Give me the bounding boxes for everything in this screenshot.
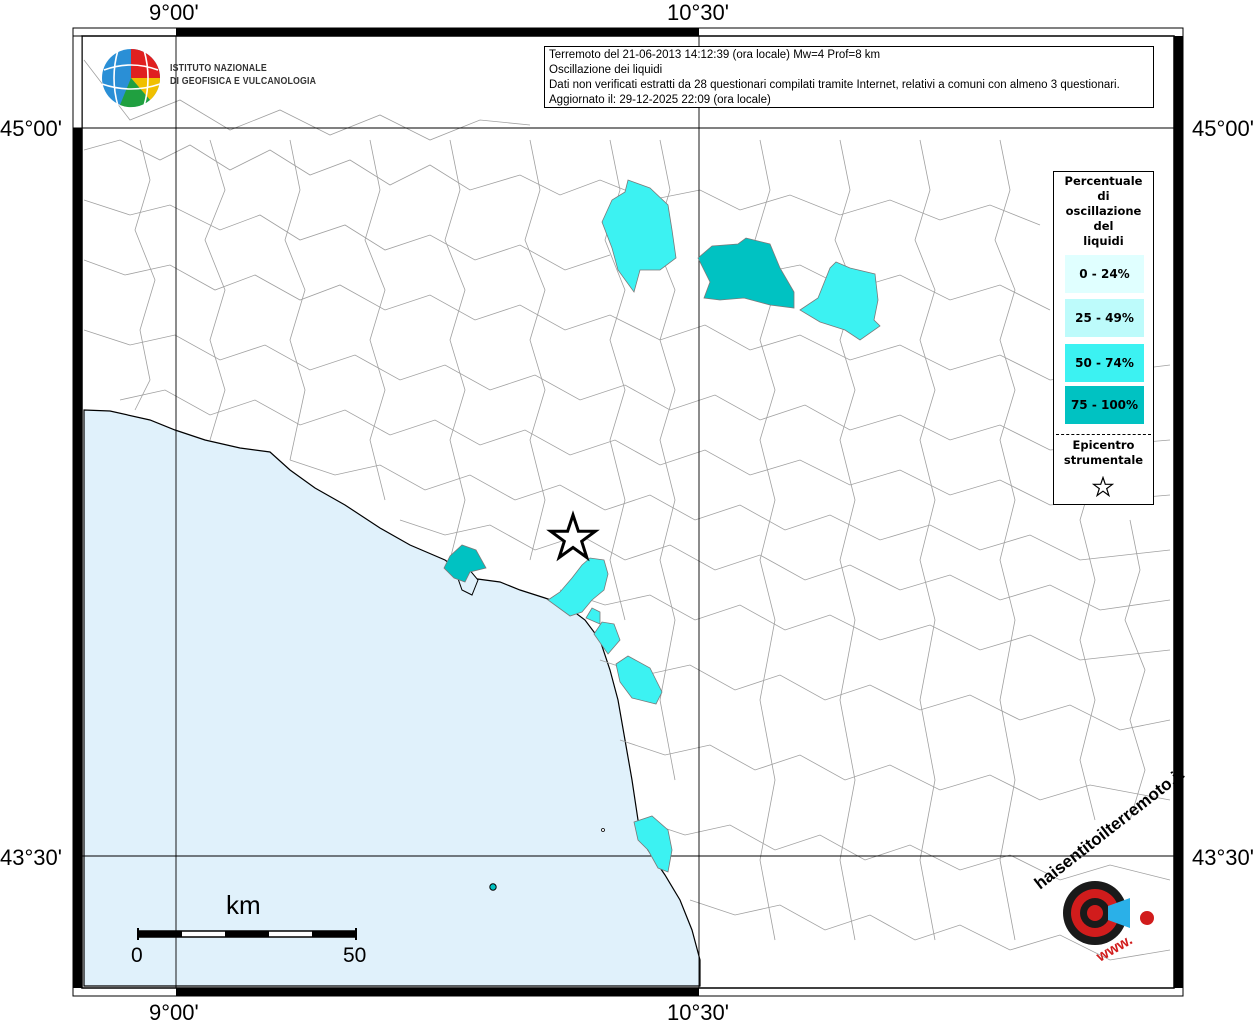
municipality-modena-area [799, 261, 881, 341]
legend-class-50-74: 50 - 74% [1065, 344, 1144, 382]
scale-unit-label: km [226, 890, 261, 920]
lon-label-top-left: 9°00' [149, 0, 199, 25]
legend: Percentuale di oscillazione del liquidi … [1053, 171, 1154, 505]
info-line-map-type: Oscillazione dei liquidi [549, 64, 663, 76]
island-small [601, 828, 605, 832]
municipality-reggio-area [697, 237, 795, 309]
scale-min-label: 0 [131, 944, 143, 967]
legend-epicenter-label: Epicentro strumentale [1054, 438, 1153, 468]
info-line-updated: Aggiornato il: 29-12-2025 22:09 (ora loc… [549, 94, 771, 106]
lat-label-left-upper: 45°00' [0, 116, 62, 141]
legend-title-line: del [1093, 219, 1114, 233]
legend-epicenter-line: Epicentro [1072, 438, 1135, 452]
lon-label-bottom-left: 9°00' [149, 1000, 199, 1025]
legend-epicenter-line: strumentale [1063, 453, 1144, 467]
earthquake-info-box: Terremoto del 21-06-2013 14:12:39 (ora l… [544, 46, 1154, 108]
legend-title-line: Percentuale [1064, 174, 1143, 188]
info-line-event: Terremoto del 21-06-2013 14:12:39 (ora l… [549, 49, 881, 61]
legend-star-icon [1092, 476, 1114, 498]
island-gorgona [489, 883, 497, 891]
legend-title: Percentuale di oscillazione del liquidi [1054, 174, 1153, 249]
lat-label-left-lower: 43°30' [0, 845, 62, 870]
legend-divider [1056, 434, 1151, 435]
lon-label-bottom-right: 10°30' [667, 1000, 729, 1025]
lat-label-right-lower: 43°30' [1192, 845, 1254, 870]
legend-class-75-100: 75 - 100% [1065, 386, 1144, 424]
legend-class-25-49: 25 - 49% [1065, 299, 1144, 337]
info-line-data-note: Dati non verificati estratti da 28 quest… [549, 79, 1120, 91]
ingv-logo-icon [101, 49, 161, 108]
ingv-logo-text: ISTITUTO NAZIONALE DI GEOFISICA E VULCAN… [170, 62, 316, 88]
legend-class-0-24: 0 - 24% [1065, 255, 1144, 293]
municipality-pietrasanta [615, 655, 663, 705]
ingv-logo-line1: ISTITUTO NAZIONALE [170, 63, 267, 74]
lat-label-right-upper: 45°00' [1192, 116, 1254, 141]
svg-text:haisentitoilterremoto.it: haisentitoilterremoto.it [1031, 765, 1188, 894]
seismic-map: haisentitoilterremoto.it www. [72, 27, 1188, 997]
scale-max-label: 50 [343, 944, 367, 967]
legend-title-line: di [1097, 189, 1110, 203]
municipality-massa [585, 607, 601, 625]
epicenter-star-icon [546, 510, 600, 562]
legend-title-line: oscillazione [1065, 204, 1142, 218]
ingv-logo-line2: DI GEOFISICA E VULCANOLOGIA [170, 76, 317, 87]
lon-label-top-right: 10°30' [667, 0, 729, 25]
legend-title-line: liquidi [1083, 234, 1124, 248]
